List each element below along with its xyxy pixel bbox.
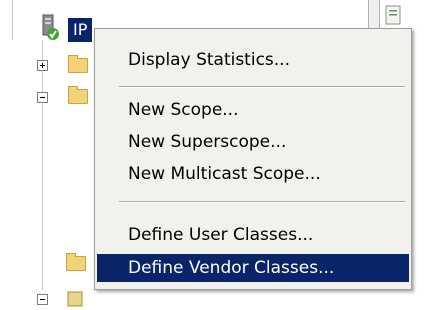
menu-item-define-user-classes[interactable]: Define User Classes...: [97, 221, 409, 249]
tree-connector-line: [42, 40, 43, 290]
tree-connector-line: [12, 0, 13, 40]
collapse-minus-icon[interactable]: [37, 92, 48, 103]
menu-separator: [119, 201, 405, 203]
document-icon: [385, 5, 401, 25]
folder-icon: [66, 253, 86, 271]
menu-item-new-scope[interactable]: New Scope...: [97, 96, 409, 124]
collapse-minus-icon[interactable]: [37, 294, 48, 305]
menu-separator: [119, 86, 405, 88]
context-menu: Display Statistics... New Scope... New S…: [94, 28, 412, 290]
tree-node-label-selected[interactable]: IP: [68, 18, 93, 42]
dhcp-server-icon: [42, 14, 59, 40]
folder-icon: [68, 86, 88, 104]
expand-plus-icon[interactable]: [37, 60, 48, 71]
menu-item-new-superscope[interactable]: New Superscope...: [97, 128, 409, 156]
pane-splitter[interactable]: [368, 0, 380, 28]
menu-item-display-statistics[interactable]: Display Statistics...: [97, 46, 409, 74]
menu-item-define-vendor-classes[interactable]: Define Vendor Classes...: [97, 254, 409, 282]
menu-item-new-multicast-scope[interactable]: New Multicast Scope...: [97, 160, 409, 188]
folder-icon: [68, 55, 88, 73]
filter-icon: [67, 291, 83, 307]
